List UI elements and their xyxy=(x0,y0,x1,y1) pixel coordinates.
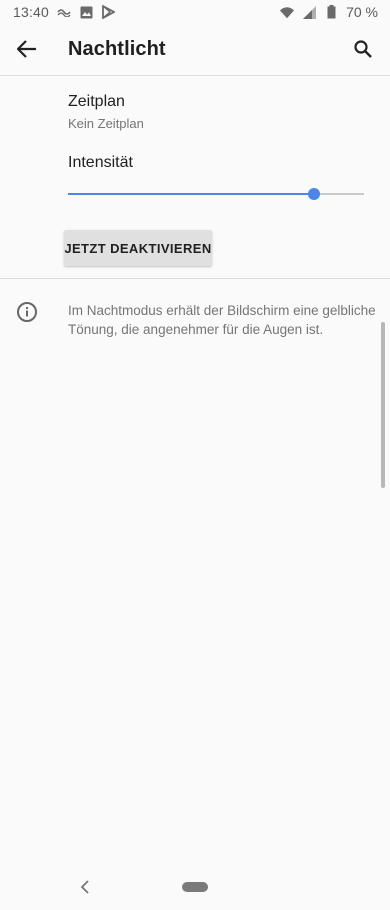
play-store-icon xyxy=(101,5,115,19)
status-left: 13:40 xyxy=(13,4,115,20)
status-bar: 13:40 70 % xyxy=(0,0,390,24)
status-right: 70 % xyxy=(280,4,378,20)
deactivate-now-button[interactable]: JETZT DEAKTIVIEREN xyxy=(64,230,212,266)
page-title: Nachtlicht xyxy=(68,38,166,60)
status-time: 13:40 xyxy=(13,4,50,20)
nav-back-icon[interactable] xyxy=(77,877,93,897)
app-bar: Nachtlicht xyxy=(0,24,390,76)
intensity-slider[interactable] xyxy=(68,183,364,205)
notification-icon xyxy=(57,5,71,19)
slider-fill xyxy=(68,193,314,195)
info-text: Im Nachtmodus erhält der Bildschirm eine… xyxy=(68,303,376,337)
signal-icon xyxy=(302,5,316,19)
nav-home-pill[interactable] xyxy=(182,882,208,892)
slider-thumb[interactable] xyxy=(308,188,320,200)
schedule-preference[interactable]: Zeitplan Kein Zeitplan xyxy=(68,93,368,131)
intensity-label: Intensität xyxy=(68,154,133,171)
image-icon xyxy=(79,5,93,19)
arrow-back-icon xyxy=(17,40,36,58)
battery-icon xyxy=(324,5,338,19)
info-icon xyxy=(16,301,38,323)
search-button[interactable] xyxy=(350,36,376,62)
divider xyxy=(0,278,390,279)
schedule-summary: Kein Zeitplan xyxy=(68,116,144,131)
navigation-bar xyxy=(0,864,390,910)
search-icon xyxy=(354,40,372,58)
wifi-icon xyxy=(280,5,295,19)
screen: 13:40 70 % Nachtlicht Zeitplan Kein Zeit… xyxy=(0,0,390,910)
scrollbar[interactable] xyxy=(381,322,385,488)
back-button[interactable] xyxy=(14,36,40,62)
schedule-title: Zeitplan xyxy=(68,93,125,110)
battery-percent: 70 % xyxy=(346,4,378,20)
